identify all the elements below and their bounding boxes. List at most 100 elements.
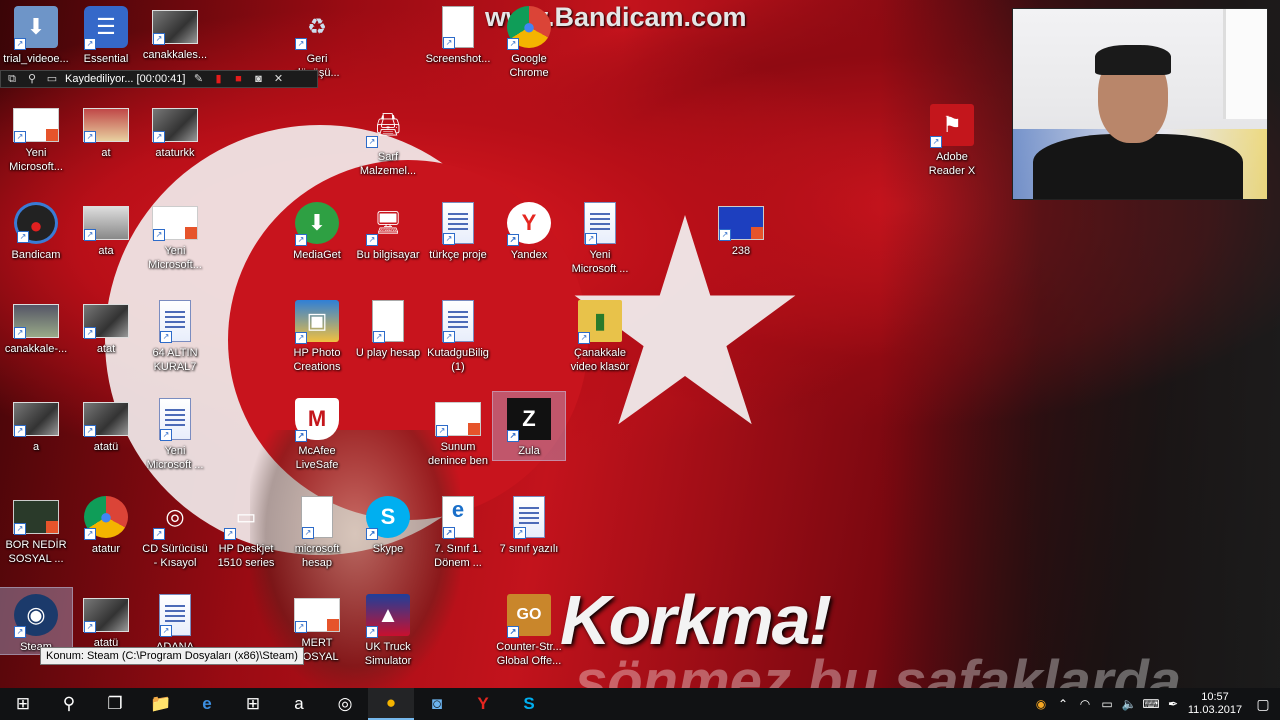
desktop-icon-mediaget[interactable]: ⬇ ↗ MediaGet: [281, 196, 353, 262]
shortcut-arrow-icon: ↗: [366, 136, 378, 148]
desktop-icon-u-play-hesap[interactable]: ↗ U play hesap: [352, 294, 424, 360]
dvd-drive-icon: ◎ ↗: [153, 496, 197, 540]
rectangle-select-icon[interactable]: ▭: [45, 70, 59, 88]
desktop-icon-counter-strike[interactable]: GO ↗ Counter-Str... Global Offe...: [493, 588, 565, 668]
desktop-icon-recycle-bin[interactable]: ♻↗Geri dönüşü...: [281, 0, 353, 80]
taskbar-skype[interactable]: S: [506, 688, 552, 720]
desktop-icon-yeni-microsoft-4[interactable]: ↗ Yeni Microsoft ...: [139, 392, 211, 472]
desktop-icon-mcafee-livesafe[interactable]: M ↗ McAfee LiveSafe: [281, 392, 353, 472]
taskbar-amazon[interactable]: a: [276, 688, 322, 720]
desktop-icon-atatu-2[interactable]: ↗ atatü: [70, 588, 142, 650]
pause-icon[interactable]: ▮: [211, 70, 225, 88]
taskbar-chrome[interactable]: ●: [368, 688, 414, 720]
folder-icon: ▮ ↗: [578, 300, 622, 344]
volume-icon[interactable]: 🔈: [1118, 697, 1140, 711]
taskbar-edge[interactable]: e: [184, 688, 230, 720]
taskbar-store[interactable]: ⊞: [230, 688, 276, 720]
desktop-icon-zula[interactable]: Z ↗ Zula: [492, 391, 566, 461]
system-tray[interactable]: ◉ ⌃ ◠ ▭ 🔈 ⌨ ✒ 10:57 11.03.2017 ▢: [1030, 688, 1280, 720]
desktop-icon-canakkales[interactable]: ↗ canakkales...: [139, 0, 211, 62]
desktop-icon-screenshot[interactable]: ↗ Screenshot...: [422, 0, 494, 66]
clock[interactable]: 10:57 11.03.2017: [1184, 691, 1246, 717]
hp-photo-icon: ▣ ↗: [295, 300, 339, 344]
window-mode-icon[interactable]: ⧉: [5, 70, 19, 88]
shortcut-arrow-icon: ↗: [507, 430, 519, 442]
chrome-icon: ● ↗: [507, 6, 551, 50]
shortcut-arrow-icon: ↗: [14, 425, 26, 437]
desktop-icon-uk-truck-simulator[interactable]: ▲ ↗ UK Truck Simulator: [352, 588, 424, 668]
icon-label: Yeni Microsoft...: [9, 147, 63, 173]
desktop-icon-steam[interactable]: ◉ ↗ Steam: [0, 587, 73, 655]
desktop-icon-yeni-microsoft-1[interactable]: ↗ Yeni Microsoft...: [0, 98, 72, 174]
taskbar[interactable]: ⊞ ⚲ ❐ 📁 e ⊞ a ◎ ● ◙ Y S ◉ ⌃ ◠ ▭ 🔈 ⌨ ✒ 10…: [0, 688, 1280, 720]
zoom-icon[interactable]: ⚲: [25, 70, 39, 88]
shortcut-arrow-icon: ↗: [366, 528, 378, 540]
desktop-icon-canakkale[interactable]: ↗ canakkale-...: [0, 294, 72, 356]
download-icon: ⬇ ↗: [14, 6, 58, 50]
pen-ink-icon[interactable]: ✒: [1162, 697, 1184, 711]
desktop-icon-ata[interactable]: ↗ ata: [70, 196, 142, 258]
battery-icon[interactable]: ▭: [1096, 697, 1118, 711]
desktop-icon-7-sinif-yazili[interactable]: ↗ 7 sınıf yazılı: [493, 490, 565, 556]
desktop-icon-238[interactable]: ↗ 238: [705, 196, 777, 258]
search-button[interactable]: ⚲: [46, 688, 92, 720]
icon-label: Bu bilgisayar: [356, 249, 420, 261]
shortcut-arrow-icon: ↗: [84, 38, 96, 50]
icon-label: atatur: [91, 543, 121, 555]
desktop-icon-canakkale-video-klasor[interactable]: ▮ ↗ Çanakkale video klasör: [564, 294, 636, 374]
shortcut-arrow-icon: ↗: [84, 425, 96, 437]
bandicam-recording-toolbar[interactable]: ⧉ ⚲ ▭ Kaydediliyor... [00:00:41] ✎ ▮ ■ ◙…: [0, 70, 318, 88]
show-hidden-icons-chevron-icon[interactable]: ⌃: [1052, 697, 1074, 711]
desktop-icon-essential[interactable]: ☰ ↗ Essential: [70, 0, 142, 66]
stop-icon[interactable]: ■: [231, 70, 245, 88]
icon-label: UK Truck Simulator: [364, 641, 412, 667]
powerpoint-file-icon: ↗: [152, 206, 198, 241]
desktop-icon-yandex[interactable]: Y ↗ Yandex: [493, 196, 565, 262]
taskbar-yandex[interactable]: Y: [460, 688, 506, 720]
desktop-icon-yeni-microsoft-3[interactable]: ↗ Yeni Microsoft ...: [564, 196, 636, 276]
desktop-icon-adobe-reader[interactable]: ⚑ ↗ Adobe Reader X: [916, 98, 988, 178]
keyboard-icon[interactable]: ⌨: [1140, 697, 1162, 711]
desktop-icon-adana[interactable]: ↗ADANA: [139, 588, 211, 654]
icon-label: Google Chrome: [509, 53, 549, 79]
start-button[interactable]: ⊞: [0, 688, 46, 720]
desktop-icon-atatu[interactable]: ↗ atatü: [70, 392, 142, 454]
desktop-icon-skype[interactable]: S ↗ Skype: [352, 490, 424, 556]
desktop-icon-yeni-microsoft-2[interactable]: ↗ Yeni Microsoft...: [139, 196, 211, 272]
desktop-icon-bor-nedir[interactable]: ↗ BOR NEDİR SOSYAL ...: [0, 490, 72, 566]
word-document-icon: ↗: [584, 202, 616, 245]
desktop-icon-atatur[interactable]: ● ↗ atatur: [70, 490, 142, 556]
network-icon[interactable]: ◠: [1074, 697, 1096, 711]
task-view-button[interactable]: ❐: [92, 688, 138, 720]
desktop-icon-a[interactable]: ↗ a: [0, 392, 72, 454]
icon-label: 7 sınıf yazılı: [499, 543, 559, 555]
taskbar-file-explorer[interactable]: 📁: [138, 688, 184, 720]
desktop-icon-trial-video[interactable]: ⬇ ↗ trial_videoe...: [0, 0, 72, 66]
desktop-icon-microsoft-hesap[interactable]: ↗ microsoft hesap: [281, 490, 353, 570]
camera-icon[interactable]: ◙: [251, 70, 265, 88]
desktop-icon-at[interactable]: ↗ at: [70, 98, 142, 160]
printer-icon: ▭ ↗: [224, 496, 268, 540]
webcam-person-headphones: [1095, 45, 1171, 75]
desktop-icon-hp-deskjet[interactable]: ▭ ↗ HP Deskjet 1510 series: [210, 490, 282, 570]
desktop-icon-ataturkk[interactable]: ↗ ataturkk: [139, 98, 211, 160]
desktop-icon-sarf-malzemel[interactable]: 🖨 ↗ Sarf Malzemel...: [352, 98, 424, 178]
desktop-icon-google-chrome[interactable]: ● ↗ Google Chrome: [493, 0, 565, 80]
desktop-icon-this-pc[interactable]: 🖥 ↗ Bu bilgisayar: [352, 196, 424, 262]
desktop-icon-7-sinif-1-donem[interactable]: e ↗ 7. Sınıf 1. Dönem ...: [422, 490, 494, 570]
draw-pen-icon[interactable]: ✎: [191, 70, 205, 88]
desktop-icon-kutadgubilig[interactable]: ↗ KutadguBilig (1): [422, 294, 494, 374]
action-center-icon[interactable]: ▢: [1246, 696, 1280, 713]
bandicam-tray-icon[interactable]: ◉: [1030, 697, 1052, 711]
desktop-icon-hp-photo-creations[interactable]: ▣ ↗ HP Photo Creations: [281, 294, 353, 374]
desktop-icon-64-altin-kural[interactable]: ↗ 64 ALTIN KURAL7: [139, 294, 211, 374]
image-thumbnail-icon: ↗: [83, 108, 129, 143]
desktop-icon-bandicam[interactable]: ● ↗ Bandicam: [0, 196, 72, 262]
desktop-icon-atat[interactable]: ↗ atat: [70, 294, 142, 356]
desktop-icon-turkce-proje[interactable]: ↗ türkçe proje: [422, 196, 494, 262]
desktop-icon-sunum-denince-ben[interactable]: ↗ Sunum denince ben: [422, 392, 494, 468]
desktop-icon-cd-surucusu[interactable]: ◎ ↗ CD Sürücüsü - Kısayol: [139, 490, 211, 570]
taskbar-bandicam[interactable]: ◙: [414, 688, 460, 720]
taskbar-tripadvisor[interactable]: ◎: [322, 688, 368, 720]
close-icon[interactable]: ✕: [271, 70, 285, 88]
